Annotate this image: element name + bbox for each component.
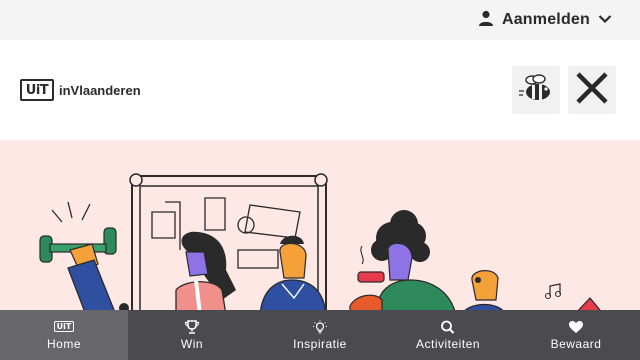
lightbulb-icon xyxy=(312,320,328,334)
site-header: UiT inVlaanderen xyxy=(0,40,640,140)
bee-button[interactable] xyxy=(512,66,560,114)
nav-inspiratie-label: Inspiratie xyxy=(293,336,347,351)
nav-activiteiten-label: Activiteiten xyxy=(415,336,481,351)
logo-text: inVlaanderen xyxy=(59,82,141,98)
close-button[interactable] xyxy=(568,66,616,114)
nav-inspiratie[interactable]: Inspiratie xyxy=(256,310,384,360)
site-logo[interactable]: UiT inVlaanderen xyxy=(20,79,141,101)
nav-win[interactable]: Win xyxy=(128,310,256,360)
search-icon xyxy=(440,320,456,334)
nav-home-label: Home xyxy=(46,336,81,351)
people-illustration xyxy=(39,173,601,310)
user-icon xyxy=(478,10,494,31)
top-bar: Aanmelden xyxy=(0,0,640,40)
logo-mark: UiT xyxy=(20,79,54,101)
home-mark: UiT xyxy=(53,321,75,332)
trophy-icon xyxy=(184,319,200,334)
nav-bewaard[interactable]: Bewaard xyxy=(512,310,640,360)
nav-win-label: Win xyxy=(180,336,204,351)
nav-activiteiten[interactable]: Activiteiten xyxy=(384,310,512,360)
uit-logo-icon: UiT xyxy=(53,320,75,334)
bottom-navigation: UiT Home Win Inspiratie Activiteiten Bew… xyxy=(0,310,640,360)
bee-icon xyxy=(517,71,555,110)
nav-home[interactable]: UiT Home xyxy=(0,310,128,360)
chevron-down-icon xyxy=(598,11,612,29)
close-icon xyxy=(575,71,609,110)
login-label: Aanmelden xyxy=(501,11,590,28)
hero-illustration xyxy=(0,140,640,310)
login-button[interactable]: Aanmelden xyxy=(478,9,612,31)
nav-bewaard-label: Bewaard xyxy=(550,336,602,351)
heart-icon xyxy=(568,320,584,334)
